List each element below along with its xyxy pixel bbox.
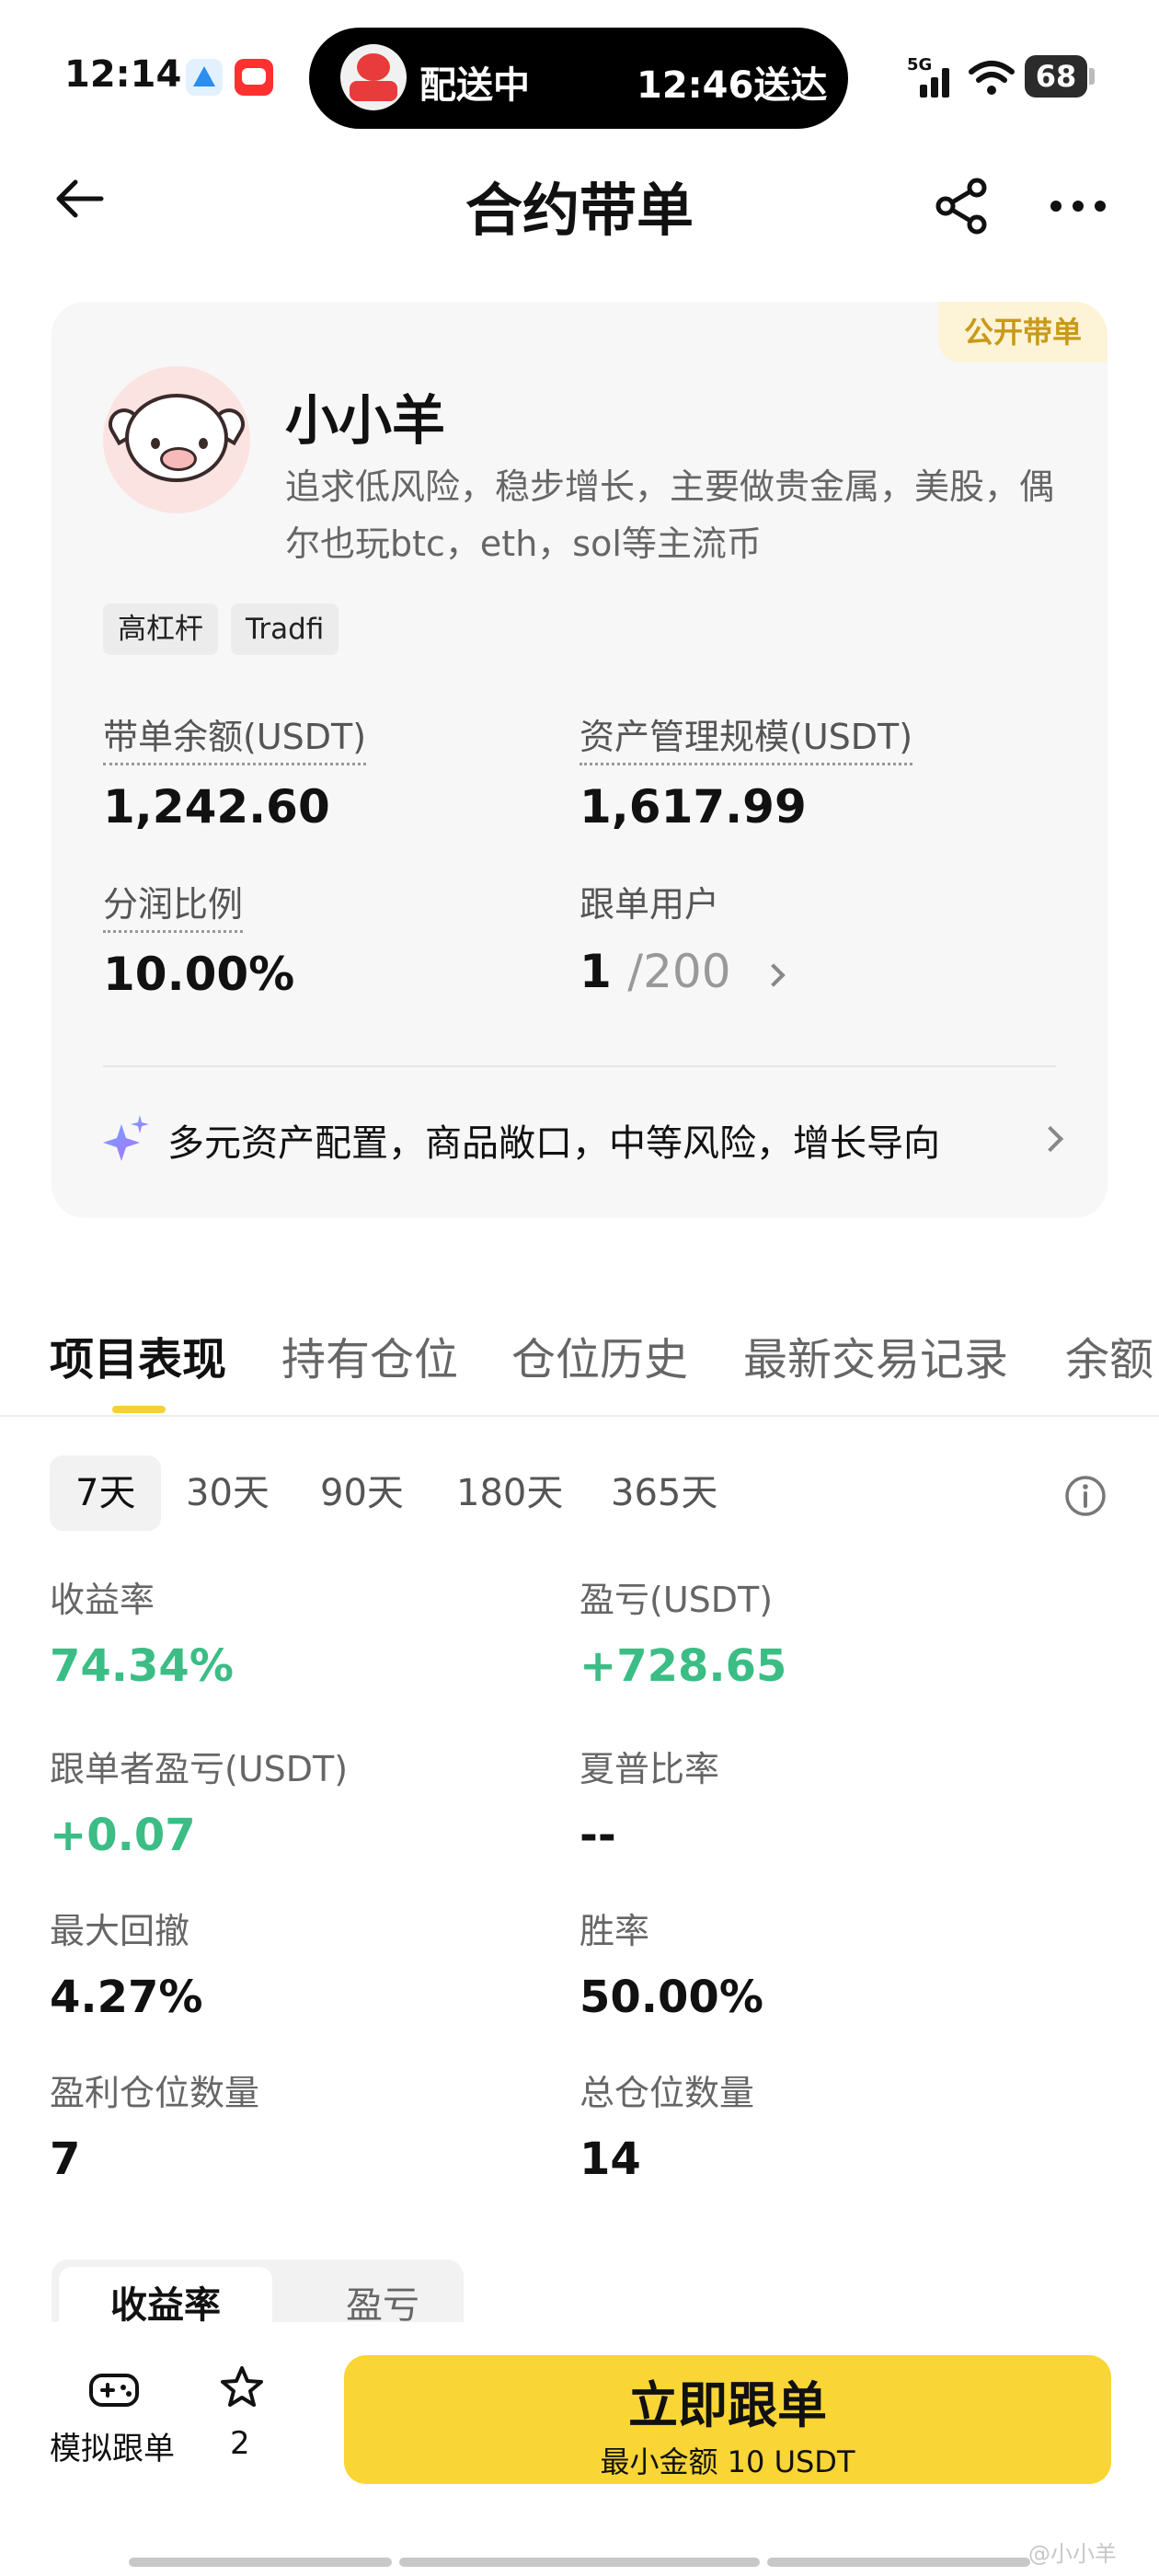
status-time: 12:14: [64, 53, 182, 96]
stat-profit-share-value: 10.00%: [103, 948, 295, 1001]
metric-profit-positions: 盈利仓位数量 7: [50, 2064, 259, 2185]
metric-copier-pnl: 跟单者盈亏(USDT) +0.07: [50, 1741, 348, 1861]
metric-pnl: 盈亏(USDT) +728.65: [580, 1571, 786, 1692]
metric-sharpe-value: --: [580, 1810, 616, 1861]
share-icon[interactable]: [933, 177, 992, 236]
metric-profit-positions-value: 7: [50, 2133, 81, 2185]
home-indicator: [129, 2558, 1030, 2567]
more-icon[interactable]: [1049, 197, 1107, 215]
trader-profile-card: 公开带单 小小羊 追求低风险，稳步增长，主要做贵金属，美股，偶尔也玩btc，et…: [52, 302, 1107, 1218]
info-icon[interactable]: [1063, 1474, 1107, 1518]
ai-summary-text: 多元资产配置，商品敞口，中等风险，增长导向: [167, 1122, 940, 1165]
metric-pnl-value: +728.65: [580, 1640, 787, 1692]
metric-total-positions: 总仓位数量 14: [580, 2064, 754, 2185]
wifi-icon: [969, 61, 1015, 95]
app-notification-icon: [235, 59, 273, 96]
star-icon[interactable]: [219, 2364, 265, 2410]
copy-trade-min-amount: 最小金额 10 USDT: [600, 2444, 855, 2479]
followers-total: /200: [627, 945, 731, 998]
stat-aum-label[interactable]: 资产管理规模(USDT): [580, 708, 913, 765]
gamepad-icon[interactable]: [88, 2370, 140, 2409]
stat-balance-label[interactable]: 带单余额(USDT): [103, 708, 367, 765]
avatar[interactable]: [103, 366, 250, 513]
tab-performance[interactable]: 项目表现: [50, 1323, 226, 1387]
stat-followers[interactable]: 跟单用户 1 /200: [580, 876, 786, 998]
delivery-eta: 12:46送达: [637, 64, 828, 107]
sparkle-icon: [103, 1115, 149, 1161]
metric-total-positions-value: 14: [580, 2133, 641, 2185]
period-30d[interactable]: 30天: [160, 1455, 295, 1531]
stat-followers-label: 跟单用户: [580, 884, 720, 925]
tab-balance[interactable]: 余额: [1065, 1323, 1153, 1387]
metric-win-rate-label: 胜率: [580, 1911, 650, 1951]
signal-icon: [912, 61, 953, 98]
stat-balance: 带单余额(USDT) 1,242.60: [103, 708, 367, 834]
demo-copy-label[interactable]: 模拟跟单: [50, 2423, 175, 2468]
stat-profit-share-label[interactable]: 分润比例: [103, 876, 244, 933]
tag-tradfi: Tradfi: [231, 604, 339, 655]
battery-icon: 68: [1025, 55, 1095, 98]
period-7d[interactable]: 7天: [50, 1455, 162, 1531]
public-badge: 公开带单: [937, 302, 1107, 362]
metric-max-drawdown: 最大回撤 4.27%: [50, 1903, 203, 2023]
divider: [0, 1415, 1159, 1417]
metric-sharpe: 夏普比率 --: [580, 1741, 719, 1861]
followers-current: 1: [580, 945, 612, 998]
app-notification-icon: [186, 59, 223, 96]
delivery-status: 配送中: [419, 64, 530, 107]
tab-position-history[interactable]: 仓位历史: [511, 1323, 688, 1387]
metric-roi-label: 收益率: [50, 1580, 155, 1620]
metric-total-positions-label: 总仓位数量: [580, 2073, 755, 2113]
metric-sharpe-label: 夏普比率: [580, 1749, 720, 1789]
active-tab-indicator: [112, 1406, 166, 1413]
metric-max-drawdown-value: 4.27%: [50, 1972, 203, 2023]
ai-summary-row[interactable]: 多元资产配置，商品敞口，中等风险，增长导向: [103, 1100, 1069, 1174]
copy-trade-button[interactable]: 立即跟单 最小金额 10 USDT: [344, 2355, 1111, 2484]
metric-win-rate: 胜率 50.00%: [580, 1903, 763, 2023]
metric-copier-pnl-label: 跟单者盈亏(USDT): [50, 1749, 349, 1789]
trader-bio: 追求低风险，稳步增长，主要做贵金属，美股，偶尔也玩btc，eth，sol等主流币: [285, 466, 1055, 564]
stat-followers-value[interactable]: 1 /200: [580, 945, 786, 998]
tag-leverage: 高杠杆: [103, 604, 218, 655]
stat-balance-value: 1,242.60: [103, 780, 330, 834]
metric-win-rate-value: 50.00%: [580, 1972, 763, 2023]
section-tabs: 项目表现 持有仓位 仓位历史 最新交易记录 余额: [0, 1306, 1159, 1417]
metric-profit-positions-label: 盈利仓位数量: [50, 2073, 260, 2113]
metric-roi: 收益率 74.34%: [50, 1571, 234, 1692]
trader-nickname: 小小羊: [285, 389, 446, 452]
period-180d[interactable]: 180天: [430, 1455, 589, 1531]
chevron-right-icon: [762, 962, 786, 987]
divider: [103, 1065, 1056, 1067]
period-365d[interactable]: 365天: [585, 1455, 743, 1531]
metric-copier-pnl-value: +0.07: [50, 1810, 196, 1861]
stat-aum: 资产管理规模(USDT) 1,617.99: [580, 708, 913, 834]
metric-roi-value: 74.34%: [50, 1640, 234, 1692]
metric-max-drawdown-label: 最大回撤: [50, 1911, 190, 1951]
tab-open-positions[interactable]: 持有仓位: [281, 1323, 458, 1387]
metric-pnl-label: 盈亏(USDT): [580, 1580, 774, 1620]
stat-aum-value: 1,617.99: [580, 780, 807, 834]
status-bar: 12:14 配送中 12:46送达 5G 68: [0, 0, 1159, 147]
trader-tags: 高杠杆 Tradfi: [103, 604, 339, 655]
chevron-right-icon: [1037, 1125, 1064, 1153]
favorites-count: 2: [230, 2425, 250, 2462]
copy-trade-button-label: 立即跟单: [628, 2376, 827, 2434]
delivery-rider-icon: [340, 44, 407, 110]
watermark: @小小羊: [1028, 2541, 1117, 2567]
stat-profit-share: 分润比例 10.00%: [103, 876, 294, 1001]
tab-latest-trades[interactable]: 最新交易记录: [743, 1323, 1008, 1387]
period-90d[interactable]: 90天: [294, 1455, 430, 1531]
